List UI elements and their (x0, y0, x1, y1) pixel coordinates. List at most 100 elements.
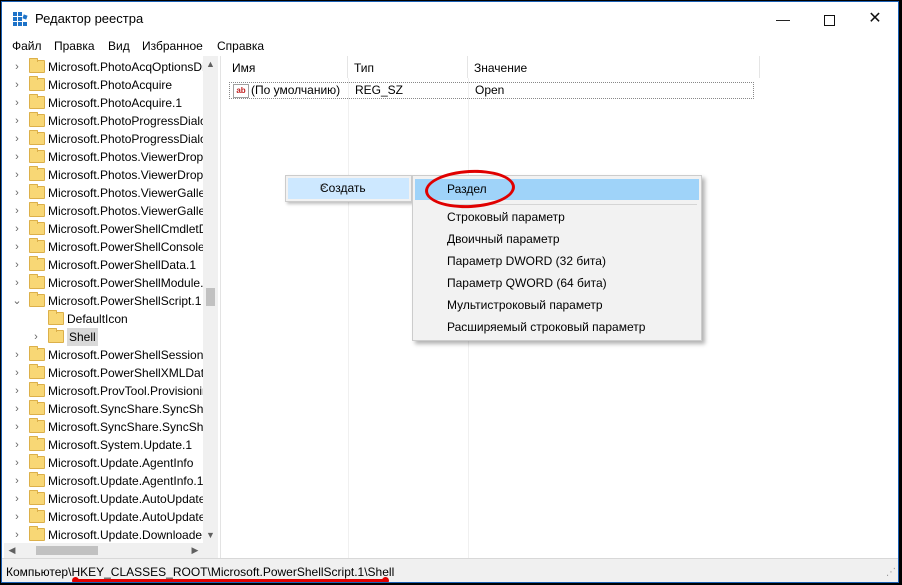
chevron-right-icon[interactable]: › (12, 58, 22, 76)
tree-item[interactable]: › Microsoft.ProvTool.Provisioning.1 (4, 382, 217, 400)
tree-item[interactable]: › Microsoft.SyncShare.SyncShareFactory.1 (4, 418, 217, 436)
menu-help[interactable]: Справка (217, 39, 264, 53)
menu-view[interactable]: Вид (108, 39, 130, 53)
tree-item[interactable]: › Microsoft.PowerShellCmdletDefinitionXML (4, 220, 217, 238)
column-header-name[interactable]: Имя (226, 56, 348, 78)
chevron-right-icon[interactable]: › (12, 274, 22, 292)
tree-item[interactable]: › Microsoft.PhotoProgressDialog.1 (4, 130, 217, 148)
chevron-right-icon[interactable]: › (12, 238, 22, 256)
tree-item[interactable]: › Microsoft.PowerShellXMLData.1 (4, 364, 217, 382)
tree-item[interactable]: › Microsoft.Update.AgentInfo.1 (4, 472, 204, 490)
chevron-right-icon[interactable]: › (12, 508, 22, 526)
submenu-item-binary-value[interactable]: Двоичный параметр (415, 229, 699, 250)
tree-item[interactable]: › Microsoft.PowerShellData.1 (4, 256, 204, 274)
value-row-default[interactable]: ab (По умолчанию) REG_SZ Open (229, 82, 754, 99)
chevron-right-icon[interactable]: › (12, 94, 22, 112)
submenu-item-multistring-value[interactable]: Мультистроковый параметр (415, 295, 699, 316)
resize-grip-icon[interactable]: ⋰ (886, 567, 896, 578)
pane-splitter[interactable] (220, 56, 225, 558)
tree-item[interactable]: ⌄ Microsoft.PowerShellScript.1 (4, 292, 204, 310)
tree-item-label: Microsoft.Photos.ViewerDropTarget (48, 150, 217, 164)
chevron-right-icon[interactable]: › (12, 220, 22, 238)
chevron-right-icon[interactable]: › (12, 382, 22, 400)
minimize-button[interactable]: — (760, 2, 806, 36)
registry-tree[interactable]: › Microsoft.PhotoAcqOptionsDialog › Microso… (4, 56, 217, 543)
folder-icon (29, 436, 45, 451)
scroll-up-icon[interactable]: ▲ (203, 56, 218, 72)
tree-item[interactable]: › Microsoft.PowerShellConsole.1 (4, 238, 215, 256)
chevron-right-icon[interactable]: › (12, 202, 22, 220)
tree-item-label: Microsoft.System.Update.1 (48, 438, 193, 452)
tree-item-label: Microsoft.Update.AgentInfo.1 (48, 474, 204, 488)
tree-item[interactable]: › Microsoft.Photos.ViewerGallery (4, 184, 215, 202)
chevron-right-icon[interactable]: › (31, 328, 41, 346)
chevron-right-icon[interactable]: › (12, 454, 22, 472)
submenu-item-qword-value[interactable]: Параметр QWORD (64 бита) (415, 273, 699, 294)
chevron-right-icon[interactable]: › (12, 76, 22, 94)
chevron-right-icon[interactable]: › (12, 130, 22, 148)
scroll-left-icon[interactable]: ◀ (4, 543, 20, 558)
tree-item[interactable]: › Microsoft.PhotoAcqOptionsDialog (4, 58, 217, 76)
tree-item[interactable]: › Microsoft.Update.Downloader (4, 526, 206, 543)
chevron-right-icon[interactable]: › (12, 526, 22, 543)
chevron-right-icon[interactable]: › (12, 490, 22, 508)
column-header-data[interactable]: Значение (468, 56, 760, 78)
chevron-right-icon[interactable]: › (12, 346, 22, 364)
chevron-right-icon[interactable]: › (12, 184, 22, 202)
column-header-type[interactable]: Тип (348, 56, 468, 78)
tree-horizontal-scrollbar[interactable]: ◀ ▶ (4, 543, 203, 558)
tree-item[interactable]: › Microsoft.Photos.ViewerDropTarget.1 (4, 166, 217, 184)
submenu-item-label: Параметр DWORD (32 бита) (447, 254, 606, 268)
chevron-right-icon[interactable]: › (12, 400, 22, 418)
folder-icon (29, 454, 45, 469)
chevron-right-icon[interactable]: › (12, 112, 22, 130)
scroll-right-icon[interactable]: ▶ (187, 543, 203, 558)
chevron-right-icon[interactable]: › (12, 148, 22, 166)
submenu-item-label: Строковый параметр (447, 210, 565, 224)
tree-item[interactable]: › Microsoft.Photos.ViewerDropTarget (4, 148, 217, 166)
folder-icon (29, 58, 45, 73)
tree-item[interactable]: DefaultIcon (4, 310, 204, 328)
tree-item-label: Microsoft.PhotoAcquire (48, 78, 173, 92)
tree-item[interactable]: › Microsoft.System.Update.1 (4, 436, 204, 454)
tree-vertical-scrollbar[interactable]: ▲ ▼ (203, 56, 218, 543)
tree-item-label: Microsoft.PhotoAcquire.1 (48, 96, 183, 110)
close-button[interactable]: ✕ (852, 2, 898, 36)
tree-item[interactable]: › Microsoft.PowerShellSessionConfiguratio… (4, 346, 217, 364)
tree-item[interactable]: › Microsoft.Photos.ViewerGallery.1 (4, 202, 217, 220)
chevron-right-icon[interactable]: › (12, 418, 22, 436)
tree-item-label: Microsoft.Update.AutoUpdate (48, 492, 206, 506)
registry-path[interactable]: Компьютер\HKEY_CLASSES_ROOT\Microsoft.Po… (6, 565, 394, 579)
chevron-right-icon[interactable]: › (12, 256, 22, 274)
tree-item-label: Microsoft.ProvTool.Provisioning.1 (48, 384, 217, 398)
chevron-right-icon[interactable]: › (12, 166, 22, 184)
tree-item-label: Shell (67, 328, 98, 346)
chevron-right-icon[interactable]: › (12, 364, 22, 382)
submenu-item-expandable-string-value[interactable]: Расширяемый строковый параметр (415, 317, 699, 338)
path-annotation-underline (72, 577, 389, 582)
submenu-item-dword-value[interactable]: Параметр DWORD (32 бита) (415, 251, 699, 272)
tree-item[interactable]: › Microsoft.Update.AgentInfo (4, 454, 204, 472)
menu-favorites[interactable]: Избранное (142, 39, 203, 53)
menu-file[interactable]: Файл (12, 39, 42, 53)
tree-item[interactable]: › Shell (4, 328, 204, 346)
scroll-thumb[interactable] (206, 288, 215, 306)
chevron-down-icon[interactable]: ⌄ (12, 292, 22, 310)
chevron-right-icon[interactable]: › (12, 436, 22, 454)
tree-item[interactable]: › Microsoft.PhotoAcquire (4, 76, 204, 94)
maximize-button[interactable] (806, 2, 852, 36)
title-bar[interactable]: Редактор реестра — ✕ (2, 2, 898, 36)
scroll-down-icon[interactable]: ▼ (203, 527, 218, 543)
tree-item[interactable]: › Microsoft.PowerShellModule.1 (4, 274, 210, 292)
chevron-right-icon[interactable]: › (12, 472, 22, 490)
menu-item-create[interactable]: Создать > (288, 178, 409, 199)
tree-item[interactable]: › Microsoft.PhotoProgressDialog (4, 112, 213, 130)
hscroll-thumb[interactable] (36, 546, 98, 555)
menu-edit[interactable]: Правка (54, 39, 95, 53)
tree-item[interactable]: › Microsoft.SyncShare.SyncShareFactory (4, 400, 217, 418)
tree-item[interactable]: › Microsoft.PhotoAcquire.1 (4, 94, 204, 112)
folder-icon (29, 490, 45, 505)
tree-item[interactable]: › Microsoft.Update.AutoUpdate.1 (4, 508, 215, 526)
submenu-item-string-value[interactable]: Строковый параметр (415, 207, 699, 228)
tree-item[interactable]: › Microsoft.Update.AutoUpdate (4, 490, 206, 508)
